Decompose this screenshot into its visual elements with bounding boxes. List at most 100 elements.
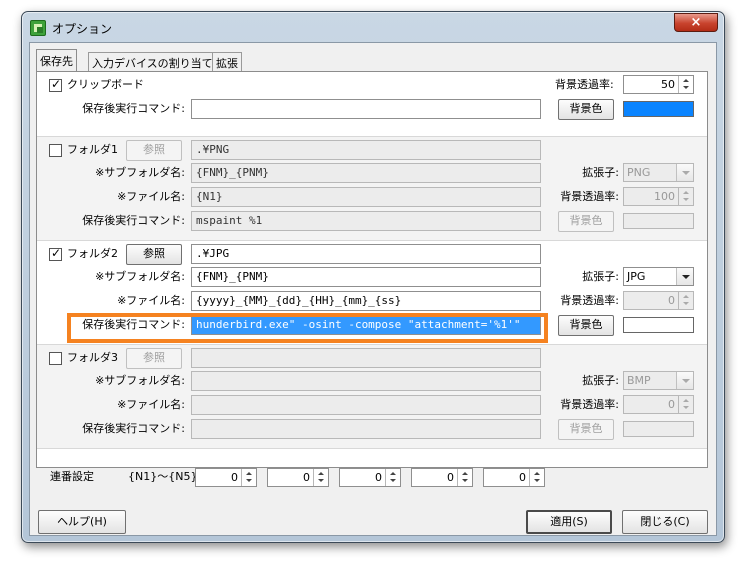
folder2-opacity-value: 0 (668, 294, 675, 307)
help-button[interactable]: ヘルプ(H) (38, 510, 126, 534)
sequence-n1-value: 0 (231, 471, 238, 484)
folder2-subfolder-label: ※サブフォルダ名: (95, 270, 185, 283)
close-dialog-button[interactable]: 閉じる(C) (622, 510, 708, 534)
folder2-bgcolor-swatch[interactable] (623, 317, 694, 333)
folder2-opacity-spinner[interactable]: 0 (623, 291, 694, 310)
folder2-ext-combo[interactable]: JPG (623, 267, 694, 286)
folder1-opacity-label: 背景透過率: (560, 190, 619, 203)
spinner-arrows-icon[interactable] (385, 469, 400, 486)
sequence-range-label: {N1}〜{N5}: (128, 470, 202, 483)
folder3-command-input[interactable] (191, 419, 541, 439)
folder1-command-label: 保存後実行コマンド: (82, 214, 185, 227)
tab-save-destination[interactable]: 保存先 (36, 49, 77, 71)
folder2-subfolder-input[interactable]: {FNM}_{PNM} (191, 267, 541, 287)
folder3-path-input[interactable] (191, 348, 541, 368)
sequence-n4-spinner[interactable]: 0 (411, 468, 473, 487)
spinner-arrows-icon[interactable] (313, 469, 328, 486)
folder3-section: フォルダ3 参照 ※サブフォルダ名: 拡張子: BMP ※ファイル名: 背景透過… (37, 345, 707, 448)
folder1-ext-label: 拡張子: (582, 166, 619, 179)
folder2-browse-button[interactable]: 参照 (126, 244, 182, 265)
folder3-command-label: 保存後実行コマンド: (82, 422, 185, 435)
folder1-subfolder-label: ※サブフォルダ名: (95, 166, 185, 179)
folder1-bgcolor-swatch[interactable] (623, 213, 694, 229)
window-title: オプション (52, 22, 113, 36)
folder2-checkbox[interactable]: ✓ (49, 246, 62, 261)
folder2-path-input[interactable]: .¥JPG (191, 244, 541, 264)
folder1-filename-input[interactable]: {N1} (191, 187, 541, 207)
folder3-checkbox[interactable] (49, 352, 62, 365)
folder3-subfolder-label: ※サブフォルダ名: (95, 374, 185, 387)
highlight-box (67, 313, 548, 343)
sequence-n4-value: 0 (447, 471, 454, 484)
sequence-n2-spinner[interactable]: 0 (267, 468, 329, 487)
folder3-bgcolor-swatch[interactable] (623, 421, 694, 437)
spinner-arrows-icon[interactable] (678, 292, 693, 309)
folder1-bgcolor-button[interactable]: 背景色 (558, 211, 614, 232)
chevron-down-icon[interactable] (676, 164, 693, 181)
folder1-path-input[interactable]: .¥PNG (191, 140, 541, 160)
folder1-opacity-spinner[interactable]: 100 (623, 187, 694, 206)
folder1-command-input[interactable]: mspaint %1 (191, 211, 541, 231)
tab-extension[interactable]: 拡張 (212, 52, 242, 71)
tab-page-save-destination: ✓ クリップボード 背景透過率: 50 保存後実行コマンド: 背景色 フォルダ1… (36, 71, 708, 468)
folder3-opacity-value: 0 (668, 398, 675, 411)
sequence-n2-value: 0 (303, 471, 310, 484)
clipboard-command-input[interactable] (191, 99, 541, 119)
folder1-ext-combo[interactable]: PNG (623, 163, 694, 182)
clipboard-checkbox[interactable]: ✓ (49, 77, 62, 92)
options-dialog: オプション × 保存先 入力デバイスの割り当て 拡張 ✓ クリップボード 背景透… (21, 11, 725, 543)
sequence-n5-spinner[interactable]: 0 (483, 468, 545, 487)
folder1-browse-button[interactable]: 参照 (126, 140, 182, 161)
clipboard-bgcolor-button[interactable]: 背景色 (558, 99, 614, 120)
folder1-ext-value: PNG (627, 166, 651, 179)
chevron-down-icon[interactable] (676, 268, 693, 285)
spinner-arrows-icon[interactable] (678, 188, 693, 205)
folder2-ext-label: 拡張子: (582, 270, 619, 283)
folder2-label: フォルダ2 (67, 247, 118, 260)
folder1-subfolder-input[interactable]: {FNM}_{PNM} (191, 163, 541, 183)
spinner-arrows-icon[interactable] (529, 469, 544, 486)
spinner-arrows-icon[interactable] (678, 76, 693, 93)
folder1-opacity-value: 100 (654, 190, 675, 203)
divider (37, 448, 707, 449)
sequence-n5-value: 0 (519, 471, 526, 484)
folder1-section: フォルダ1 参照 .¥PNG ※サブフォルダ名: {FNM}_{PNM} 拡張子… (37, 137, 707, 240)
folder2-opacity-label: 背景透過率: (560, 294, 619, 307)
folder3-opacity-label: 背景透過率: (560, 398, 619, 411)
clipboard-bgcolor-swatch[interactable] (623, 101, 694, 117)
apply-button[interactable]: 適用(S) (526, 510, 612, 534)
spinner-arrows-icon[interactable] (241, 469, 256, 486)
spinner-arrows-icon[interactable] (457, 469, 472, 486)
folder3-ext-combo[interactable]: BMP (623, 371, 694, 390)
folder3-filename-label: ※ファイル名: (117, 398, 185, 411)
clipboard-opacity-value: 50 (661, 78, 675, 91)
folder3-filename-input[interactable] (191, 395, 541, 415)
title-bar[interactable]: オプション × (22, 12, 724, 42)
folder1-filename-label: ※ファイル名: (117, 190, 185, 203)
chevron-down-icon[interactable] (676, 372, 693, 389)
folder3-ext-value: BMP (627, 374, 651, 387)
sequence-n3-spinner[interactable]: 0 (339, 468, 401, 487)
clipboard-label: クリップボード (67, 78, 144, 91)
close-button[interactable]: × (674, 13, 718, 32)
folder3-bgcolor-button[interactable]: 背景色 (558, 419, 614, 440)
sequence-label: 連番設定 (50, 470, 94, 483)
clipboard-command-label: 保存後実行コマンド: (82, 102, 185, 115)
folder2-bgcolor-button[interactable]: 背景色 (558, 315, 614, 336)
tab-input-device[interactable]: 入力デバイスの割り当て (88, 52, 217, 71)
dialog-body: 保存先 入力デバイスの割り当て 拡張 ✓ クリップボード 背景透過率: 50 保… (29, 42, 717, 536)
folder1-label: フォルダ1 (67, 143, 118, 156)
clipboard-opacity-spinner[interactable]: 50 (623, 75, 694, 94)
folder2-filename-input[interactable]: {yyyy}_{MM}_{dd}_{HH}_{mm}_{ss} (191, 291, 541, 311)
folder3-subfolder-input[interactable] (191, 371, 541, 391)
spinner-arrows-icon[interactable] (678, 396, 693, 413)
folder3-browse-button[interactable]: 参照 (126, 348, 182, 369)
clipboard-section: ✓ クリップボード 背景透過率: 50 保存後実行コマンド: 背景色 (37, 72, 707, 136)
folder3-opacity-spinner[interactable]: 0 (623, 395, 694, 414)
app-icon (30, 20, 46, 36)
folder3-label: フォルダ3 (67, 351, 118, 364)
folder1-checkbox[interactable] (49, 144, 62, 157)
folder2-filename-label: ※ファイル名: (117, 294, 185, 307)
sequence-n1-spinner[interactable]: 0 (195, 468, 257, 487)
clipboard-opacity-label: 背景透過率: (555, 78, 614, 91)
